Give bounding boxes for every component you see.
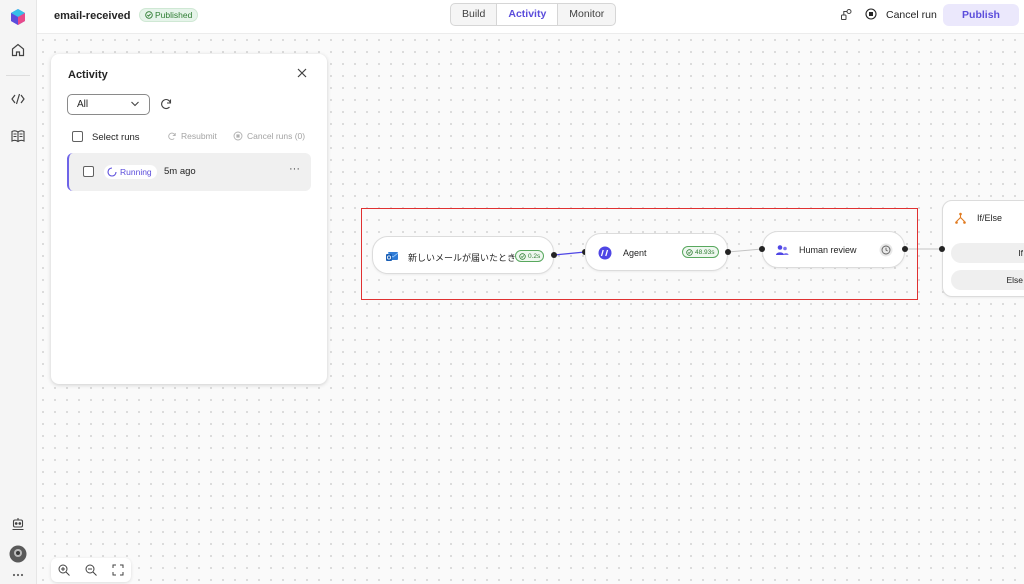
- branch-if[interactable]: If: [951, 243, 1024, 263]
- highlight-box: [361, 208, 918, 300]
- input-port[interactable]: [939, 246, 945, 252]
- node-label: If/Else: [977, 213, 1003, 223]
- branch-else[interactable]: Else: [951, 270, 1024, 290]
- ifelse-node[interactable]: If/Else If Else: [942, 200, 1024, 297]
- branch-icon: [955, 212, 966, 224]
